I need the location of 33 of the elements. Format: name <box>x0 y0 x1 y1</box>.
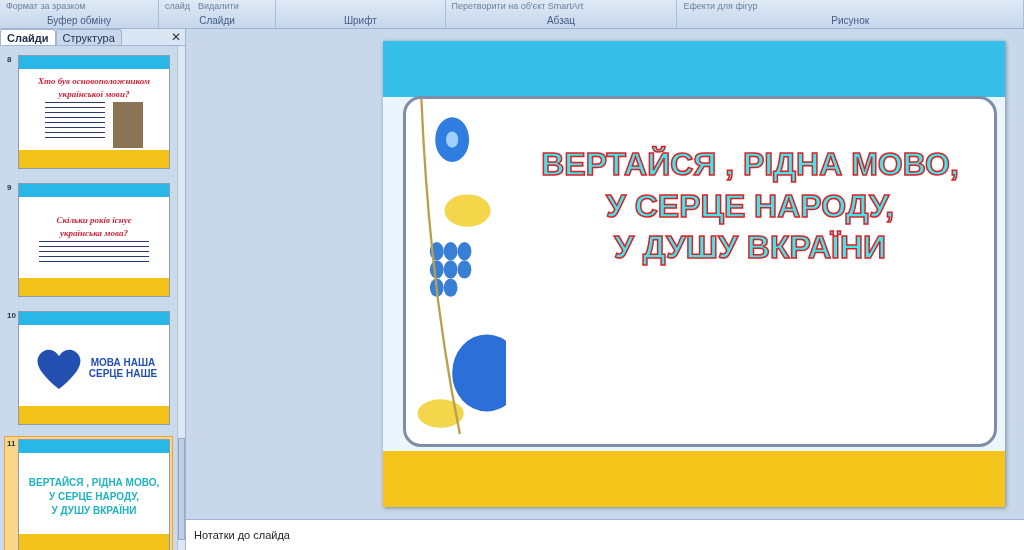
thumbnail-title: українська мова? <box>60 228 128 238</box>
thumbnail-title: Скільки років існує <box>56 215 132 225</box>
thumbnail-title: МОВА НАША <box>89 357 157 368</box>
ribbon-group-label: Абзац <box>545 15 576 28</box>
slide-thumbnail[interactable]: МОВА НАША СЕРЦЕ НАШЕ <box>18 311 170 425</box>
slide-number: 8 <box>7 55 13 66</box>
slide-number: 9 <box>7 183 13 194</box>
thumbnail-title: У ДУШУ ВКРАЇНИ <box>51 504 137 516</box>
slide-number: 10 <box>7 311 16 322</box>
ribbon-group-label: Слайди <box>198 15 236 28</box>
thumbnail-title: ВЕРТАЙСЯ , РІДНА МОВО, <box>28 476 160 488</box>
slide-thumbnail-row[interactable]: 9 Скільки років існує українська мова? <box>4 180 173 300</box>
slide-title: У ДУШУ ВКРАЇНИ <box>613 228 887 268</box>
slide-thumbnail[interactable]: Хто був основоположником української мови? <box>18 55 170 169</box>
slide-title: У СЕРЦЕ НАРОДУ, <box>605 186 895 226</box>
slide-thumbnail[interactable]: Скільки років існує українська мова? <box>18 183 170 297</box>
ribbon-group-label: Рисунок <box>830 15 871 28</box>
thumbnail-title: СЕРЦЕ НАШЕ <box>88 368 158 379</box>
notes-field[interactable]: Нотатки до слайда <box>186 519 1024 550</box>
slide-thumbnail-row[interactable]: 11 ВЕРТАЙСЯ , РІДНА МОВО, У СЕРЦЕ НАРОДУ, У ДУШУ ВКРАЇНИ <box>4 436 173 550</box>
slide-thumbnail-row[interactable]: 8 Хто був основоположником української мови? <box>4 52 173 172</box>
photo-placeholder <box>113 102 143 148</box>
thumbnail-title: Хто був основоположником <box>38 76 150 86</box>
thumbnail-title: У СЕРЦЕ НАРОДУ, <box>48 490 140 502</box>
ribbon-group-label: Шрифт <box>342 15 378 28</box>
thumbnail-title: української мови? <box>58 89 130 99</box>
ribbon-group-label: Буфер обміну <box>45 15 112 28</box>
scrollbar-thumb[interactable] <box>178 438 185 540</box>
slide-number: 11 <box>7 439 16 450</box>
slide-title: ВЕРТАЙСЯ , РІДНА МОВО, <box>541 145 959 184</box>
panel-tab[interactable]: Структура <box>55 29 122 45</box>
panel-tab[interactable]: Слайди <box>0 29 56 45</box>
slide-thumbnail-row[interactable]: 10 МОВА НАША СЕРЦЕ НАШЕ <box>4 308 173 428</box>
